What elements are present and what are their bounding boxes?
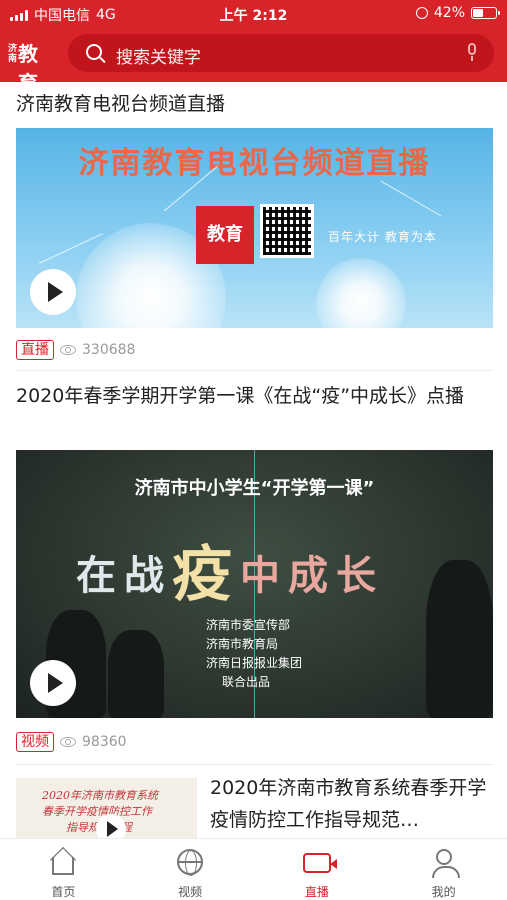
tab-label: 视频 [178,885,203,899]
battery-icon [471,7,500,19]
app-logo[interactable]: 济南 教育 [8,36,52,95]
live-tag: 直播 [16,340,54,360]
divider [16,370,493,371]
person-figure [426,560,493,718]
thumbnail-slogan: 百年大计 教育为本 [328,230,437,244]
tab-label: 我的 [431,885,456,899]
feed-item-meta: 视频 98360 [16,732,127,752]
top-bar: 中国电信 4G 上午 2:12 42% 济南 教育 搜索关键字 [0,0,507,95]
credit-line: 联合出品 [222,675,271,689]
video-tag: 视频 [16,732,54,752]
battery-percent: 42% [433,5,465,21]
dandelion-decoration [316,258,406,328]
status-bar: 中国电信 4G 上午 2:12 42% [0,0,507,28]
feed-item-thumbnail[interactable]: 济南教育电视台频道直播 教育 百年大计 教育为本 [16,128,493,328]
feed-item-title[interactable]: 2020年济南市教育系统春季开学疫情防控工作指导规范… [210,772,495,836]
tab-label: 直播 [304,885,329,899]
globe-icon [177,849,204,876]
thumbnail-big-title: 在战疫中成长 [76,520,384,610]
play-icon[interactable] [30,269,76,315]
thumbnail-credits: 济南市委宣传部 济南市教育局 济南日报报业集团 联合出品 [206,616,302,692]
divider [16,764,493,765]
channel-badge: 教育 [196,206,254,264]
mic-icon[interactable] [466,43,478,61]
live-camera-icon [302,853,337,873]
tab-home[interactable]: 首页 [0,839,127,900]
thumbnail-top-line: 济南市中小学生“开学第一课” [134,478,375,499]
views-icon [60,345,76,355]
credit-line: 济南市教育局 [206,637,279,651]
tab-video[interactable]: 视频 [127,839,254,900]
credit-line: 济南日报报业集团 [206,656,303,670]
play-icon[interactable] [30,660,76,706]
qr-code [260,204,314,258]
credit-line: 济南市委宣传部 [206,618,291,632]
feed-item-title[interactable]: 2020年春季学期开学第一课《在战“疫”中成长》点播 [16,380,494,412]
tab-live[interactable]: 直播 [254,839,381,900]
bottom-tab-bar: 首页 视频 直播 我的 [0,838,507,900]
search-bar[interactable]: 搜索关键字 [68,34,494,72]
search-icon [86,44,102,60]
feed-item-meta: 直播 330688 [16,340,135,360]
orientation-lock-icon [415,7,428,19]
feed-item-title[interactable]: 济南教育电视台频道直播 [16,88,494,120]
app-header: 济南 教育 搜索关键字 [0,30,507,95]
views-icon [60,737,76,747]
big-title-part-3: 中成长 [240,553,384,599]
view-count: 330688 [82,342,136,358]
person-figure [108,630,164,718]
tab-profile[interactable]: 我的 [380,839,507,900]
tab-label: 首页 [51,885,76,899]
thumbnail-headline: 济南教育电视台频道直播 [78,146,431,181]
big-title-part-2: 疫 [172,540,240,610]
home-icon [52,857,75,875]
seed-decoration [380,180,442,217]
big-title-part-1: 在战 [76,553,172,599]
feed-item-thumbnail[interactable]: 2020年济南市教育系统 春季开学疫情防控工作 指导规范流程 [16,778,197,844]
search-placeholder: 搜索关键字 [116,48,201,68]
feed-item-thumbnail[interactable]: 济南市中小学生“开学第一课” 在战疫中成长 济南市委宣传部 济南市教育局 济南日… [16,450,493,718]
thumbnail-line: 2020年济南市教育系统 [42,789,158,802]
view-count: 98360 [82,734,127,750]
profile-icon [431,849,460,878]
status-right: 42% [415,5,500,21]
